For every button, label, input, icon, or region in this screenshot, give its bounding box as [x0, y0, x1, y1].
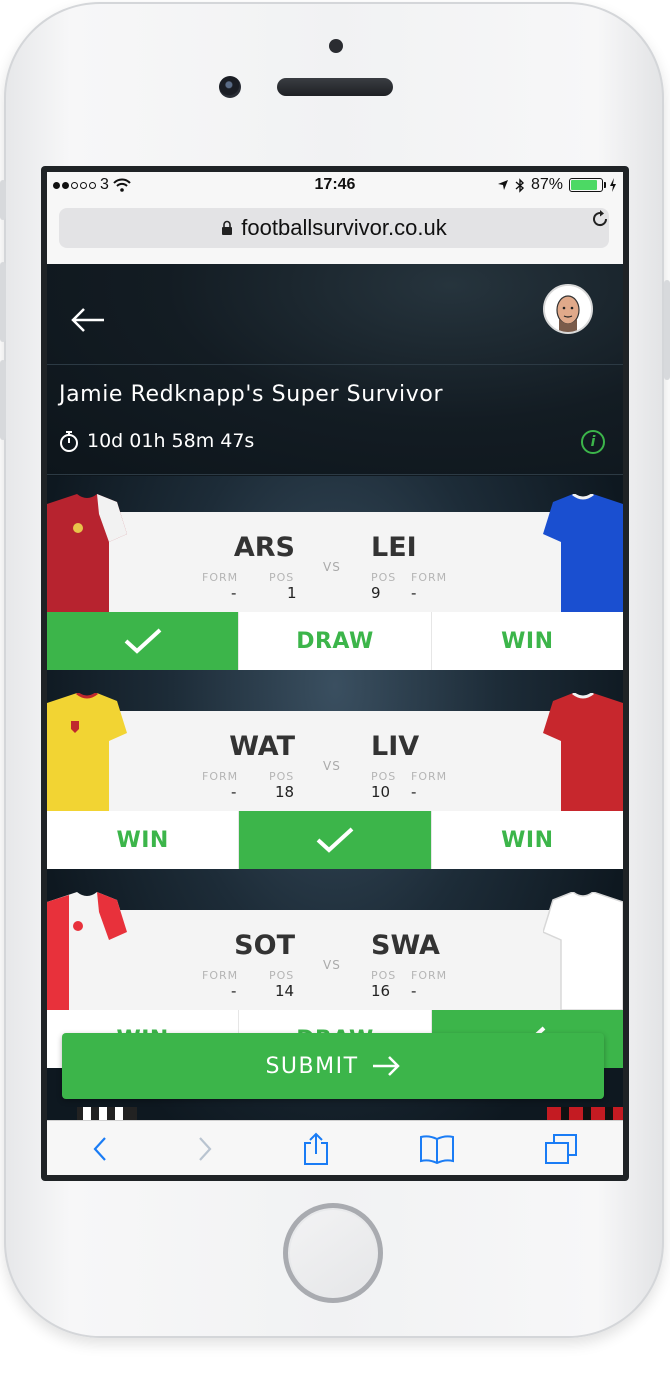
header-bottom-divider	[47, 474, 623, 475]
back-chevron-icon[interactable]	[92, 1136, 108, 1162]
home-shirt-icon	[47, 494, 127, 612]
home-team: WAT	[229, 731, 295, 762]
away-pos-value: 9	[371, 584, 381, 602]
bookmarks-icon[interactable]	[419, 1134, 455, 1164]
option-away-win[interactable]: WIN	[430, 811, 623, 869]
status-right: 87%	[497, 176, 617, 194]
home-pos-value: 18	[275, 783, 295, 801]
reload-icon[interactable]	[589, 208, 611, 236]
away-shirt-icon	[543, 693, 623, 811]
away-form-value: -	[411, 982, 417, 1000]
home-shirt-icon	[47, 693, 127, 811]
address-bar[interactable]: footballsurvivor.co.uk	[59, 208, 609, 248]
away-form-value: -	[411, 783, 417, 801]
volume-up-button	[0, 262, 6, 342]
browser-toolbar	[47, 1120, 623, 1175]
away-form-label: FORM	[411, 571, 448, 584]
fixture-card: WAT LIV VS FORM POS POS FORM - 18 10 - W…	[47, 693, 623, 871]
home-pos-value: 14	[275, 982, 295, 1000]
front-camera	[219, 76, 241, 98]
checkmark-icon	[124, 628, 162, 654]
page-title: Jamie Redknapp's Super Survivor	[59, 382, 444, 407]
share-icon[interactable]	[302, 1132, 330, 1166]
option-away-win[interactable]: WIN	[430, 612, 623, 670]
away-pos-label: POS	[371, 770, 397, 783]
info-icon[interactable]: i	[581, 430, 605, 454]
battery-icon	[569, 178, 606, 192]
forward-chevron-icon[interactable]	[197, 1136, 213, 1162]
home-shirt-icon	[47, 892, 127, 1010]
home-form-label: FORM	[202, 969, 239, 982]
away-team: LEI	[371, 532, 417, 563]
header-divider	[47, 364, 623, 365]
phone-screen: 3 17:46 87% footballsurvivor.co.uk Jamie…	[41, 166, 629, 1181]
vs-label: VS	[323, 560, 341, 574]
away-form-value: -	[411, 584, 417, 602]
vs-label: VS	[323, 759, 341, 773]
home-pos-label: POS	[269, 969, 295, 982]
home-form-label: FORM	[202, 571, 239, 584]
option-home-win[interactable]: WIN	[47, 811, 239, 869]
fixture-card: ARS LEI VS FORM POS POS FORM - 1 9 - DRA…	[47, 494, 623, 672]
proximity-sensor	[329, 39, 343, 53]
mute-switch	[0, 180, 6, 220]
away-shirt-icon	[543, 892, 623, 1010]
home-team: ARS	[233, 532, 295, 563]
arrow-right-icon	[372, 1056, 400, 1076]
home-form-label: FORM	[202, 770, 239, 783]
away-pos-value: 10	[371, 783, 391, 801]
screen-content: 3 17:46 87% footballsurvivor.co.uk Jamie…	[47, 172, 623, 1175]
prediction-options: WIN WIN	[47, 811, 623, 869]
stopwatch-icon	[60, 431, 78, 452]
home-form-value: -	[231, 584, 237, 602]
away-form-label: FORM	[411, 770, 448, 783]
home-team: SOT	[234, 930, 295, 961]
bluetooth-icon	[515, 177, 524, 193]
away-team: LIV	[371, 731, 420, 762]
prediction-options: DRAW WIN	[47, 612, 623, 670]
away-team: SWA	[371, 930, 440, 961]
vs-label: VS	[323, 958, 341, 972]
home-pos-value: 1	[287, 584, 297, 602]
browser-address-area: footballsurvivor.co.uk	[47, 200, 623, 264]
home-pos-label: POS	[269, 571, 295, 584]
away-shirt-icon	[543, 494, 623, 612]
avatar[interactable]	[543, 284, 593, 334]
countdown-timer: 10d 01h 58m 47s	[59, 430, 254, 452]
option-home-win[interactable]	[47, 612, 239, 670]
countdown-text: 10d 01h 58m 47s	[87, 430, 255, 452]
charging-icon	[610, 178, 616, 192]
away-form-label: FORM	[411, 969, 448, 982]
submit-label: SUBMIT	[265, 1053, 359, 1079]
app-header: Jamie Redknapp's Super Survivor 10d 01h …	[47, 264, 623, 476]
away-pos-value: 16	[371, 982, 391, 1000]
home-pos-label: POS	[269, 770, 295, 783]
away-pos-label: POS	[371, 571, 397, 584]
home-button[interactable]	[283, 1203, 383, 1303]
checkmark-icon	[316, 827, 354, 853]
submit-button[interactable]: SUBMIT	[62, 1033, 604, 1099]
earpiece-speaker	[277, 78, 393, 96]
next-home-shirt-icon	[77, 1107, 137, 1120]
home-form-value: -	[231, 783, 237, 801]
url-text: footballsurvivor.co.uk	[241, 215, 447, 240]
option-draw[interactable]: DRAW	[238, 612, 431, 670]
lock-icon	[222, 220, 233, 235]
volume-down-button	[0, 360, 6, 440]
back-arrow-icon[interactable]	[71, 298, 105, 342]
power-button	[664, 280, 670, 380]
battery-percent: 87%	[530, 176, 563, 193]
next-away-shirt-icon	[547, 1107, 623, 1120]
option-draw[interactable]	[238, 811, 431, 869]
away-pos-label: POS	[371, 969, 397, 982]
home-form-value: -	[231, 982, 237, 1000]
location-icon	[497, 180, 508, 190]
tabs-icon[interactable]	[544, 1133, 578, 1165]
status-bar: 3 17:46 87%	[47, 172, 623, 200]
